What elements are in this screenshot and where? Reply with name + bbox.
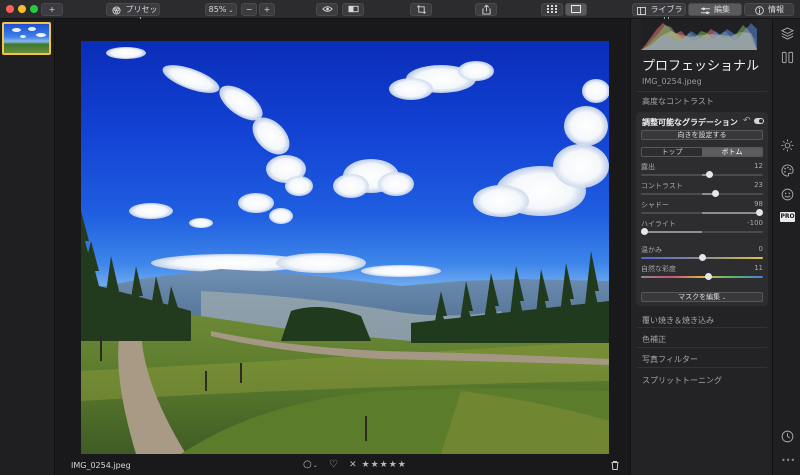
library-icon — [637, 6, 646, 15]
top-bottom-segmented-control: トップ ボトム — [641, 147, 763, 157]
zoom-in-button[interactable]: + — [259, 3, 275, 16]
panels-icon[interactable] — [781, 51, 794, 64]
slider-value: 11 — [754, 264, 763, 272]
rating-bar[interactable]: ○⌄ ♡ ✕ ★★★★★ — [303, 459, 407, 470]
edit-mask-label: マスクを編集 — [678, 293, 721, 301]
tool-enable-toggle[interactable] — [754, 118, 764, 124]
slider-warmth[interactable]: 温かみ 0 — [641, 245, 763, 263]
slider-label: 露出 — [641, 163, 655, 171]
minimize-window-button[interactable] — [18, 5, 26, 13]
slider-vibrance[interactable]: 自然な彩度 11 — [641, 264, 763, 282]
heart-icon[interactable]: ♡ — [329, 459, 339, 470]
info-label: 情報 — [768, 5, 784, 14]
section-dodge-burn[interactable]: 覆い焼き＆焼き込み — [642, 315, 714, 326]
more-options-icon[interactable]: ••• — [781, 456, 795, 465]
section-photo-filter[interactable]: 写真フィルター — [642, 354, 698, 365]
slider-value: 98 — [754, 200, 763, 208]
sliders-icon — [701, 6, 710, 15]
tool-category-rail: PRO ••• — [772, 19, 800, 475]
adjustable-gradient-tool: 調整可能なグラデーション ↶ 向きを設定する トップ ボトム 露出 12 コント… — [636, 112, 768, 306]
slider-knob[interactable] — [705, 273, 713, 280]
slider-shadows[interactable]: シャドー 98 — [641, 200, 763, 218]
top-toolbar: + プリセット 85% ⌄ − + ライブラリ 編集 — [0, 0, 800, 25]
share-button[interactable] — [475, 3, 497, 16]
slider-knob[interactable] — [699, 254, 706, 261]
eye-icon — [321, 6, 333, 12]
histogram — [641, 19, 757, 50]
zoom-window-button[interactable] — [30, 5, 38, 13]
edit-panel: プロフェッショナル IMG_0254.jpeg 高度なコントラスト 調整可能なグ… — [630, 19, 772, 475]
tab-bottom[interactable]: ボトム — [702, 148, 762, 156]
divider — [637, 347, 767, 348]
slider-value: 23 — [754, 181, 763, 189]
crop-icon — [416, 5, 426, 14]
slider-knob[interactable] — [712, 190, 720, 197]
slider-knob[interactable] — [756, 209, 763, 216]
palette-icon[interactable] — [781, 164, 794, 177]
grid-icon — [547, 5, 557, 13]
sun-icon[interactable] — [781, 139, 794, 152]
main-photo[interactable] — [81, 41, 609, 454]
zoom-level-dropdown[interactable]: 85% ⌄ — [205, 3, 237, 16]
crop-button[interactable] — [410, 3, 432, 16]
library-tab[interactable]: ライブラリ — [632, 3, 686, 25]
grid-view-button[interactable] — [541, 3, 563, 16]
star-rating[interactable]: ✕ ★★★★★ — [349, 460, 407, 470]
section-color-correction[interactable]: 色補正 — [642, 334, 666, 345]
zoom-value: 85% — [208, 5, 227, 14]
viewer-status-bar: IMG_0254.jpeg ○⌄ ♡ ✕ ★★★★★ — [55, 457, 630, 475]
slider-highlights[interactable]: ハイライト -100 — [641, 219, 763, 237]
edit-mask-button[interactable]: マスクを編集 ⌄ — [641, 292, 763, 302]
section-advanced-contrast[interactable]: 高度なコントラスト — [642, 96, 714, 107]
divider — [637, 367, 767, 368]
slider-label: コントラスト — [641, 182, 683, 190]
slider-label: シャドー — [641, 201, 669, 209]
info-icon — [755, 5, 764, 15]
slider-label: 温かみ — [641, 246, 662, 254]
compare-icon — [347, 5, 359, 13]
preset-icon — [112, 5, 121, 15]
slider-knob[interactable] — [706, 171, 714, 178]
image-viewer: IMG_0254.jpeg ○⌄ ♡ ✕ ★★★★★ — [55, 19, 630, 475]
viewer-filename: IMG_0254.jpeg — [71, 461, 131, 470]
photo-thumbnail[interactable] — [2, 22, 51, 55]
chevron-down-icon: ⌄ — [226, 7, 234, 14]
edit-label: 編集 — [714, 5, 730, 14]
tool-title[interactable]: 調整可能なグラデーション — [642, 117, 738, 128]
layers-icon[interactable] — [780, 27, 795, 40]
share-icon — [481, 5, 491, 15]
edit-tab[interactable]: 編集 — [688, 3, 742, 16]
tab-top[interactable]: トップ — [642, 148, 702, 156]
close-window-button[interactable] — [6, 5, 14, 13]
info-tab[interactable]: 情報 — [744, 3, 794, 16]
face-icon[interactable] — [781, 188, 794, 201]
compare-button[interactable] — [342, 3, 364, 16]
slider-exposure[interactable]: 露出 12 — [641, 162, 763, 180]
add-button[interactable]: + — [41, 3, 63, 16]
slider-knob[interactable] — [641, 228, 648, 235]
filmstrip — [0, 19, 55, 475]
set-direction-button[interactable]: 向きを設定する — [641, 130, 763, 140]
zoom-out-button[interactable]: − — [241, 3, 257, 16]
slider-value: 12 — [754, 162, 763, 170]
clock-icon[interactable] — [781, 430, 794, 443]
slider-label: 自然な彩度 — [641, 265, 676, 273]
flag-icon[interactable]: ○ — [303, 459, 313, 470]
single-view-button[interactable] — [565, 3, 587, 16]
pro-category-badge[interactable]: PRO — [780, 212, 795, 222]
divider — [637, 91, 767, 92]
trash-icon[interactable] — [611, 461, 619, 473]
section-split-toning[interactable]: スプリットトーニング — [642, 375, 722, 386]
slider-value: -100 — [747, 219, 763, 227]
preset-button[interactable]: プリセット — [106, 3, 160, 25]
single-view-icon — [571, 5, 581, 13]
chevron-down-icon: ⌄ — [720, 295, 726, 301]
panel-filename: IMG_0254.jpeg — [642, 77, 702, 86]
divider — [637, 327, 767, 328]
undo-icon[interactable]: ↶ — [743, 116, 751, 126]
slider-value: 0 — [758, 245, 763, 253]
panel-title: プロフェッショナル — [642, 59, 760, 74]
slider-contrast[interactable]: コントラスト 23 — [641, 181, 763, 199]
preview-toggle-button[interactable] — [316, 3, 338, 16]
